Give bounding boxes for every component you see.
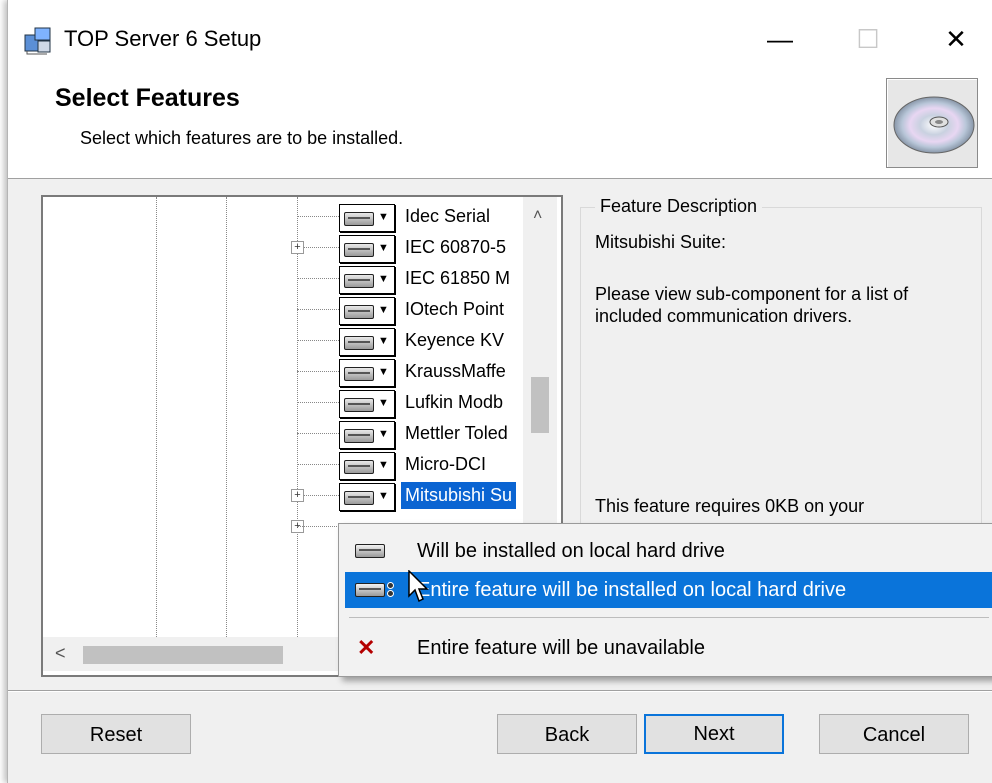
tree-item-label[interactable]: Mettler Toled [401,420,512,447]
back-button[interactable]: Back [497,714,637,754]
tree-item[interactable]: ▼ IOtech Point [43,294,537,325]
install-state-dropdown[interactable]: ▼ [339,452,395,480]
tree-item-label[interactable]: IOtech Point [401,296,508,323]
menu-item-label: Entire feature will be installed on loca… [417,579,847,601]
hard-drive-icon [344,460,374,474]
tree-item[interactable]: ▼ Mettler Toled [43,418,537,449]
feature-description-legend: Feature Description [595,196,763,217]
install-state-dropdown[interactable]: ▼ [339,235,395,263]
expand-plus-icon[interactable]: + [291,241,304,254]
setup-window: TOP Server 6 Setup — ☐ ✕ Select Features… [7,0,992,783]
window-title: TOP Server 6 Setup [64,26,262,51]
dropdown-arrow-icon: ▼ [378,273,389,285]
menu-item-label: Entire feature will be unavailable [417,637,705,659]
menu-item-install-entire-local[interactable]: Entire feature will be installed on loca… [345,572,992,608]
next-button[interactable]: Next [644,714,784,754]
install-state-dropdown[interactable]: ▼ [339,390,395,418]
tree-item[interactable]: ▼ Lufkin Modb [43,387,537,418]
install-state-dropdown[interactable]: ▼ [339,421,395,449]
tree-item[interactable]: ▼ Idec Serial [43,201,537,232]
dropdown-arrow-icon: ▼ [378,490,389,502]
feature-name: Mitsubishi Suite: [595,232,727,252]
minimize-button[interactable]: — [756,18,804,60]
tree-connector-line [297,402,339,403]
tree-connector-line [297,433,339,434]
footer-divider [8,690,992,692]
close-button[interactable]: ✕ [932,18,980,60]
hard-drive-icon [344,429,374,443]
tree-connector-line [297,309,339,310]
feature-requirement-text: This feature requires 0KB on your [595,496,865,516]
scroll-left-arrow-icon[interactable]: < [55,643,66,664]
tree-item-label[interactable]: IEC 60870-5 [401,234,510,261]
dropdown-arrow-icon: ▼ [378,211,389,223]
maximize-button[interactable]: ☐ [844,18,892,60]
tree-item[interactable]: + ▼ IEC 60870-5 [43,232,537,263]
install-state-dropdown[interactable]: ▼ [339,359,395,387]
tree-item[interactable]: ▼ Keyence KV [43,325,537,356]
tree-connector-line [297,464,339,465]
hard-drive-icon [344,367,374,381]
page-subtitle: Select which features are to be installe… [80,128,404,148]
title-bar[interactable]: TOP Server 6 Setup — ☐ ✕ [8,0,992,77]
hard-drive-icon [344,398,374,412]
red-x-icon: ✕ [357,635,376,660]
install-state-dropdown[interactable]: ▼ [339,204,395,232]
dropdown-arrow-icon: ▼ [378,242,389,254]
cd-disc-icon [886,78,978,168]
tree-item-label[interactable]: Idec Serial [401,203,494,230]
mouse-pointer-icon [408,570,429,603]
menu-separator [349,617,989,618]
install-state-dropdown[interactable]: ▼ [339,297,395,325]
install-option-menu[interactable]: Will be installed on local hard drive En… [338,523,992,677]
tree-item[interactable]: + ▼ Mitsubishi Su [43,480,537,511]
tree-connector-line [297,371,339,372]
vertical-scroll-thumb[interactable] [531,377,549,433]
tree-item-label[interactable]: IEC 61850 M [401,265,514,292]
hard-drive-icon [344,336,374,350]
tree-connector-line [297,340,339,341]
scroll-up-arrow-icon[interactable]: ˄ [533,207,542,225]
dropdown-arrow-icon: ▼ [378,335,389,347]
tree-item-label[interactable]: Keyence KV [401,327,508,354]
install-state-dropdown[interactable]: ▼ [339,328,395,356]
cancel-button[interactable]: Cancel [819,714,969,754]
horizontal-scroll-thumb[interactable] [83,646,283,664]
hard-drive-subfeatures-icon [355,583,385,597]
subfeatures-icon [387,582,394,598]
install-state-dropdown[interactable]: ▼ [339,266,395,294]
tree-connector-line [297,216,339,217]
menu-item-install-local[interactable]: Will be installed on local hard drive [345,533,992,569]
hard-drive-icon [355,544,385,558]
installer-app-icon [24,27,51,55]
dropdown-arrow-icon: ▼ [378,428,389,440]
header-banner: Select Features Select which features ar… [8,70,992,179]
hard-drive-icon [344,274,374,288]
reset-button[interactable]: Reset [41,714,191,754]
page-title: Select Features [55,84,240,112]
hard-drive-icon [344,243,374,257]
dropdown-arrow-icon: ▼ [378,366,389,378]
menu-item-label: Will be installed on local hard drive [417,540,725,562]
tree-item-label[interactable]: KraussMaffe [401,358,510,385]
tree-item-label[interactable]: Mitsubishi Su [401,482,517,509]
tree-connector-line [297,278,339,279]
tree-connector-line [297,526,339,527]
install-state-dropdown[interactable]: ▼ [339,483,395,511]
tree-item[interactable]: ▼ Micro-DCI [43,449,537,480]
dropdown-arrow-icon: ▼ [378,304,389,316]
tree-item-label[interactable]: Micro-DCI [401,451,490,478]
tree-item-label[interactable]: Lufkin Modb [401,389,507,416]
dropdown-arrow-icon: ▼ [378,397,389,409]
hard-drive-icon [344,212,374,226]
menu-item-unavailable[interactable]: ✕ Entire feature will be unavailable [345,630,992,666]
hard-drive-icon [344,305,374,319]
feature-description-text: Please view sub-component for a list of … [595,284,909,326]
tree-item[interactable]: ▼ IEC 61850 M [43,263,537,294]
dropdown-arrow-icon: ▼ [378,459,389,471]
expand-plus-icon[interactable]: + [291,489,304,502]
hard-drive-icon [344,491,374,505]
tree-item[interactable]: ▼ KraussMaffe [43,356,537,387]
